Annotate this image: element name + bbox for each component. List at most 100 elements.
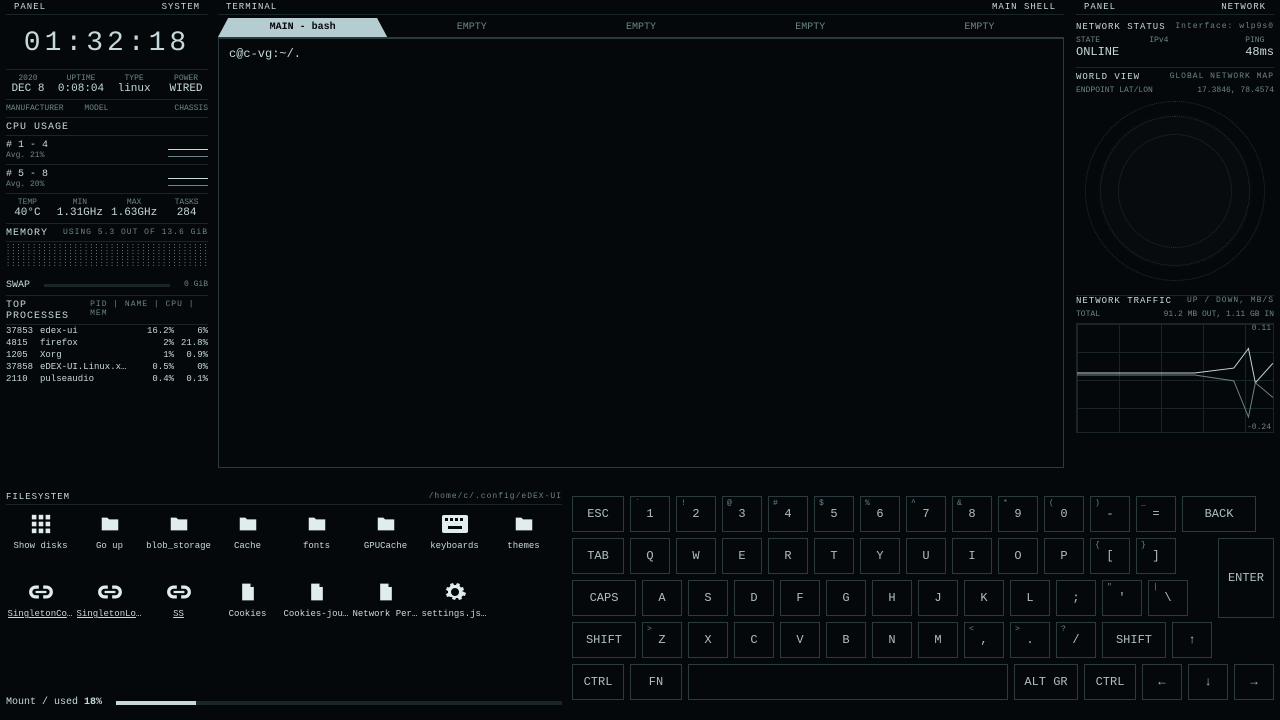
key-F[interactable]: F [780,580,820,616]
grid-icon [28,513,54,535]
terminal-tab[interactable]: MAIN - bash [218,18,387,37]
key-FN[interactable]: FN [630,664,682,700]
key-=[interactable]: _= [1136,496,1176,532]
process-row: 4815firefox2%21.8% [6,337,208,349]
fs-item-blob-storage[interactable]: blob_storage [144,513,213,581]
key-I[interactable]: I [952,538,992,574]
key-8[interactable]: &8 [952,496,992,532]
key-CAPS[interactable]: CAPS [572,580,636,616]
key-CTRL[interactable]: CTRL [572,664,624,700]
cpu-title: CPU USAGE [6,122,69,133]
terminal-tab[interactable]: EMPTY [387,18,556,37]
fs-item-cookies-jour-[interactable]: Cookies-jour… [282,581,351,649]
key-←[interactable]: ← [1142,664,1182,700]
fs-item-gpucache[interactable]: GPUCache [351,513,420,581]
fs-item-network-pers-[interactable]: Network Pers… [351,581,420,649]
key-R[interactable]: R [768,538,808,574]
panel-label-r: PANEL [1084,2,1116,12]
terminal-body[interactable]: c@c-vg:~/. [218,38,1064,468]
fs-item-singletonlock[interactable]: SingletonLock [75,581,144,649]
key-↑[interactable]: ↑ [1172,622,1212,658]
key-enter[interactable]: ENTER [1218,538,1274,618]
key-X[interactable]: X [688,622,728,658]
fs-item-settings-json[interactable]: settings.json [420,581,489,649]
key-B[interactable]: B [826,622,866,658]
key-4[interactable]: #4 [768,496,808,532]
key-TAB[interactable]: TAB [572,538,624,574]
key-C[interactable]: C [734,622,774,658]
key--[interactable]: )- [1090,496,1130,532]
key-0[interactable]: (0 [1044,496,1084,532]
ipv4-value [1149,45,1168,59]
key-M[interactable]: M [918,622,958,658]
fs-item-keyboards[interactable]: keyboards [420,513,489,581]
key-\[interactable]: |\ [1148,580,1188,616]
key-][interactable]: }] [1136,538,1176,574]
type-value: linux [112,83,156,95]
key-space[interactable] [688,664,1008,700]
cpu-g2-label: # 5 - 8 [6,169,48,180]
key-6[interactable]: %6 [860,496,900,532]
terminal-label: TERMINAL [226,2,277,12]
key-SHIFT[interactable]: SHIFT [1102,622,1166,658]
key-1[interactable]: `1 [630,496,670,532]
key-A[interactable]: A [642,580,682,616]
fs-item-show-disks[interactable]: Show disks [6,513,75,581]
key-Q[interactable]: Q [630,538,670,574]
key-Y[interactable]: Y [860,538,900,574]
fs-item-singletoncoo-[interactable]: SingletonCoo… [6,581,75,649]
fs-item-go-up[interactable]: Go up [75,513,144,581]
key-ESC[interactable]: ESC [572,496,624,532]
key-H[interactable]: H [872,580,912,616]
mem-dots-icon: ::::::::::::::::::::::::::::::::::::::::… [6,242,208,276]
key-S[interactable]: S [688,580,728,616]
key-V[interactable]: V [780,622,820,658]
process-row: 1205Xorg1%0.9% [6,349,208,361]
key-/[interactable]: ?/ [1056,622,1096,658]
key-G[interactable]: G [826,580,866,616]
fs-item-fonts[interactable]: fonts [282,513,351,581]
fs-item-themes[interactable]: themes [489,513,558,581]
key-CTRL[interactable]: CTRL [1084,664,1136,700]
key-J[interactable]: J [918,580,958,616]
key-3[interactable]: @3 [722,496,762,532]
key-L[interactable]: L [1010,580,1050,616]
fs-item-label: blob_storage [146,541,212,551]
key-2[interactable]: !2 [676,496,716,532]
key-D[interactable]: D [734,580,774,616]
terminal-tab[interactable]: EMPTY [726,18,895,37]
key-5[interactable]: $5 [814,496,854,532]
key-P[interactable]: P [1044,538,1084,574]
key-K[interactable]: K [964,580,1004,616]
fs-item-label: settings.json [422,609,488,619]
key-Z[interactable]: >Z [642,622,682,658]
key-,[interactable]: <, [964,622,1004,658]
key-T[interactable]: T [814,538,854,574]
key-→[interactable]: → [1234,664,1274,700]
fs-item-label: SingletonCoo… [8,609,74,619]
key-W[interactable]: W [676,538,716,574]
key-7[interactable]: ^7 [906,496,946,532]
key-BACK[interactable]: BACK [1182,496,1256,532]
key-[[interactable]: {[ [1090,538,1130,574]
key-.[interactable]: >. [1010,622,1050,658]
key-O[interactable]: O [998,538,1038,574]
key-'[interactable]: "' [1102,580,1142,616]
key-;[interactable]: ; [1056,580,1096,616]
swap-value: 0 GiB [184,280,208,291]
key-E[interactable]: E [722,538,762,574]
link-icon [28,581,54,603]
fs-item-ss[interactable]: SS [144,581,213,649]
key-ALT GR[interactable]: ALT GR [1014,664,1078,700]
year-label: 2020 [6,74,50,83]
key-U[interactable]: U [906,538,946,574]
key-N[interactable]: N [872,622,912,658]
terminal-tab[interactable]: EMPTY [556,18,725,37]
fs-item-cookies[interactable]: Cookies [213,581,282,649]
fs-item-cache[interactable]: Cache [213,513,282,581]
clock: 01:32:18 [6,18,208,70]
terminal-tab[interactable]: EMPTY [895,18,1064,37]
key-↓[interactable]: ↓ [1188,664,1228,700]
key-9[interactable]: *9 [998,496,1038,532]
key-SHIFT[interactable]: SHIFT [572,622,636,658]
